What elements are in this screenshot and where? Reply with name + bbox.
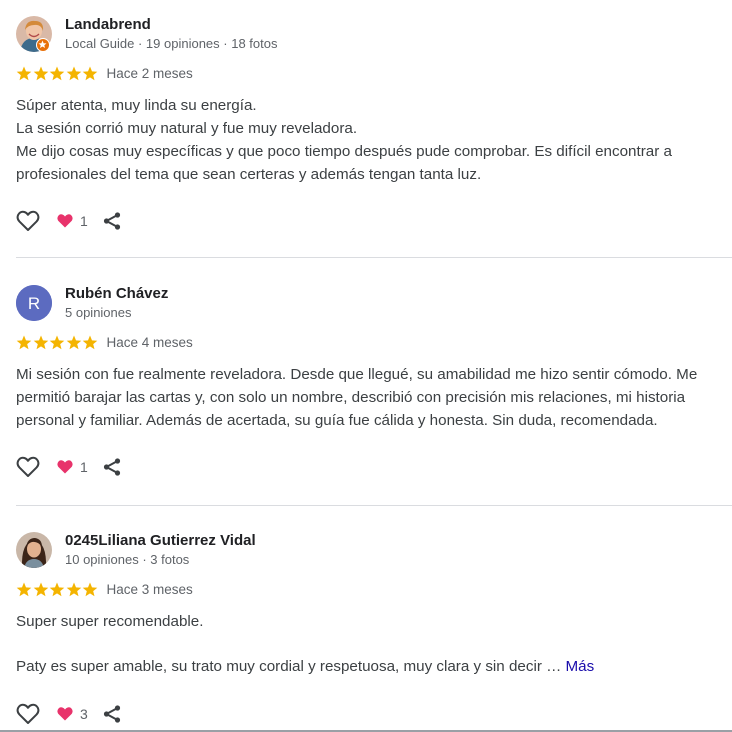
heart-outline-icon[interactable] — [16, 456, 40, 478]
share-icon[interactable] — [102, 457, 122, 477]
share-icon[interactable] — [102, 704, 122, 724]
review-text: Super super recomendable. Paty es super … — [16, 610, 728, 678]
star-icon — [66, 66, 82, 81]
avatar[interactable]: R — [16, 285, 52, 321]
star-rating — [16, 66, 99, 81]
local-guide-badge-icon — [36, 38, 50, 52]
reaction-count-button[interactable]: 3 — [56, 706, 88, 722]
reaction-count: 3 — [80, 706, 88, 722]
star-rating — [16, 582, 99, 597]
heart-filled-icon — [56, 213, 74, 229]
divider — [16, 505, 732, 506]
star-rating — [16, 335, 99, 350]
more-link[interactable]: Más — [566, 658, 595, 675]
star-icon — [82, 66, 98, 81]
heart-outline-icon[interactable] — [16, 210, 40, 232]
review-text: Mi sesión con fue realmente reveladora. … — [16, 363, 728, 432]
review-actions: 1 — [16, 209, 122, 233]
review-card: 0245Liliana Gutierrez Vidal 10 opiniones… — [0, 532, 732, 730]
review-actions: 1 — [16, 455, 122, 479]
heart-filled-icon — [56, 706, 74, 722]
star-icon — [16, 335, 32, 350]
rating-row: Hace 2 meses — [16, 65, 193, 81]
reviewer-name[interactable]: Rubén Chávez — [65, 285, 168, 302]
reaction-count: 1 — [80, 459, 88, 475]
star-icon — [66, 335, 82, 350]
reaction-count-button[interactable]: 1 — [56, 213, 88, 229]
reviewer-name[interactable]: Landabrend — [65, 16, 151, 33]
review-text: Súper atenta, muy linda su energía. La s… — [16, 94, 728, 186]
reaction-count: 1 — [80, 213, 88, 229]
star-icon — [66, 582, 82, 597]
review-actions: 3 — [16, 702, 122, 726]
star-icon — [33, 582, 49, 597]
reviewer-meta[interactable]: Local Guide · 19 opiniones · 18 fotos — [65, 36, 277, 51]
review-text-line: personal y familiar. Además de acertada,… — [16, 412, 658, 429]
star-icon — [33, 335, 49, 350]
reaction-count-button[interactable]: 1 — [56, 459, 88, 475]
review-text-line: Súper atenta, muy linda su energía. — [16, 97, 257, 114]
star-icon — [82, 582, 98, 597]
divider — [16, 257, 732, 258]
review-text-line: permitió barajar las cartas y, con solo … — [16, 389, 686, 406]
star-icon — [49, 582, 65, 597]
star-icon — [33, 66, 49, 81]
reviewer-meta[interactable]: 10 opiniones · 3 fotos — [65, 552, 189, 567]
star-icon — [49, 335, 65, 350]
reviewer-name[interactable]: 0245Liliana Gutierrez Vidal — [65, 532, 256, 549]
review-date: Hace 2 meses — [106, 65, 193, 81]
star-icon — [82, 335, 98, 350]
review-text-line: La sesión corrió muy natural y fue muy r… — [16, 120, 358, 137]
review-card: Landabrend Local Guide · 19 opiniones · … — [0, 16, 732, 236]
review-text-line: Paty es super amable, su trato muy cordi… — [16, 655, 728, 678]
review-date: Hace 4 meses — [106, 334, 193, 350]
heart-filled-icon — [56, 459, 74, 475]
star-icon — [16, 66, 32, 81]
avatar-letter: R — [28, 294, 40, 313]
reviewer-meta[interactable]: 5 opiniones — [65, 305, 132, 320]
review-card: R Rubén Chávez 5 opiniones Hace 4 meses … — [0, 285, 732, 485]
share-icon[interactable] — [102, 211, 122, 231]
review-text-truncated: Paty es super amable, su trato muy cordi… — [16, 658, 562, 675]
star-icon — [49, 66, 65, 81]
review-date: Hace 3 meses — [106, 581, 193, 597]
review-text-line: Me dijo cosas muy específicas y que poco… — [16, 143, 672, 160]
review-text-line: Super super recomendable. — [16, 613, 204, 630]
review-text-line: profesionales del tema que sean certeras… — [16, 166, 482, 183]
star-icon — [16, 582, 32, 597]
review-text-line: Mi sesión con fue realmente reveladora. … — [16, 366, 698, 383]
heart-outline-icon[interactable] — [16, 703, 40, 725]
avatar[interactable] — [16, 532, 52, 568]
rating-row: Hace 4 meses — [16, 334, 193, 350]
rating-row: Hace 3 meses — [16, 581, 193, 597]
